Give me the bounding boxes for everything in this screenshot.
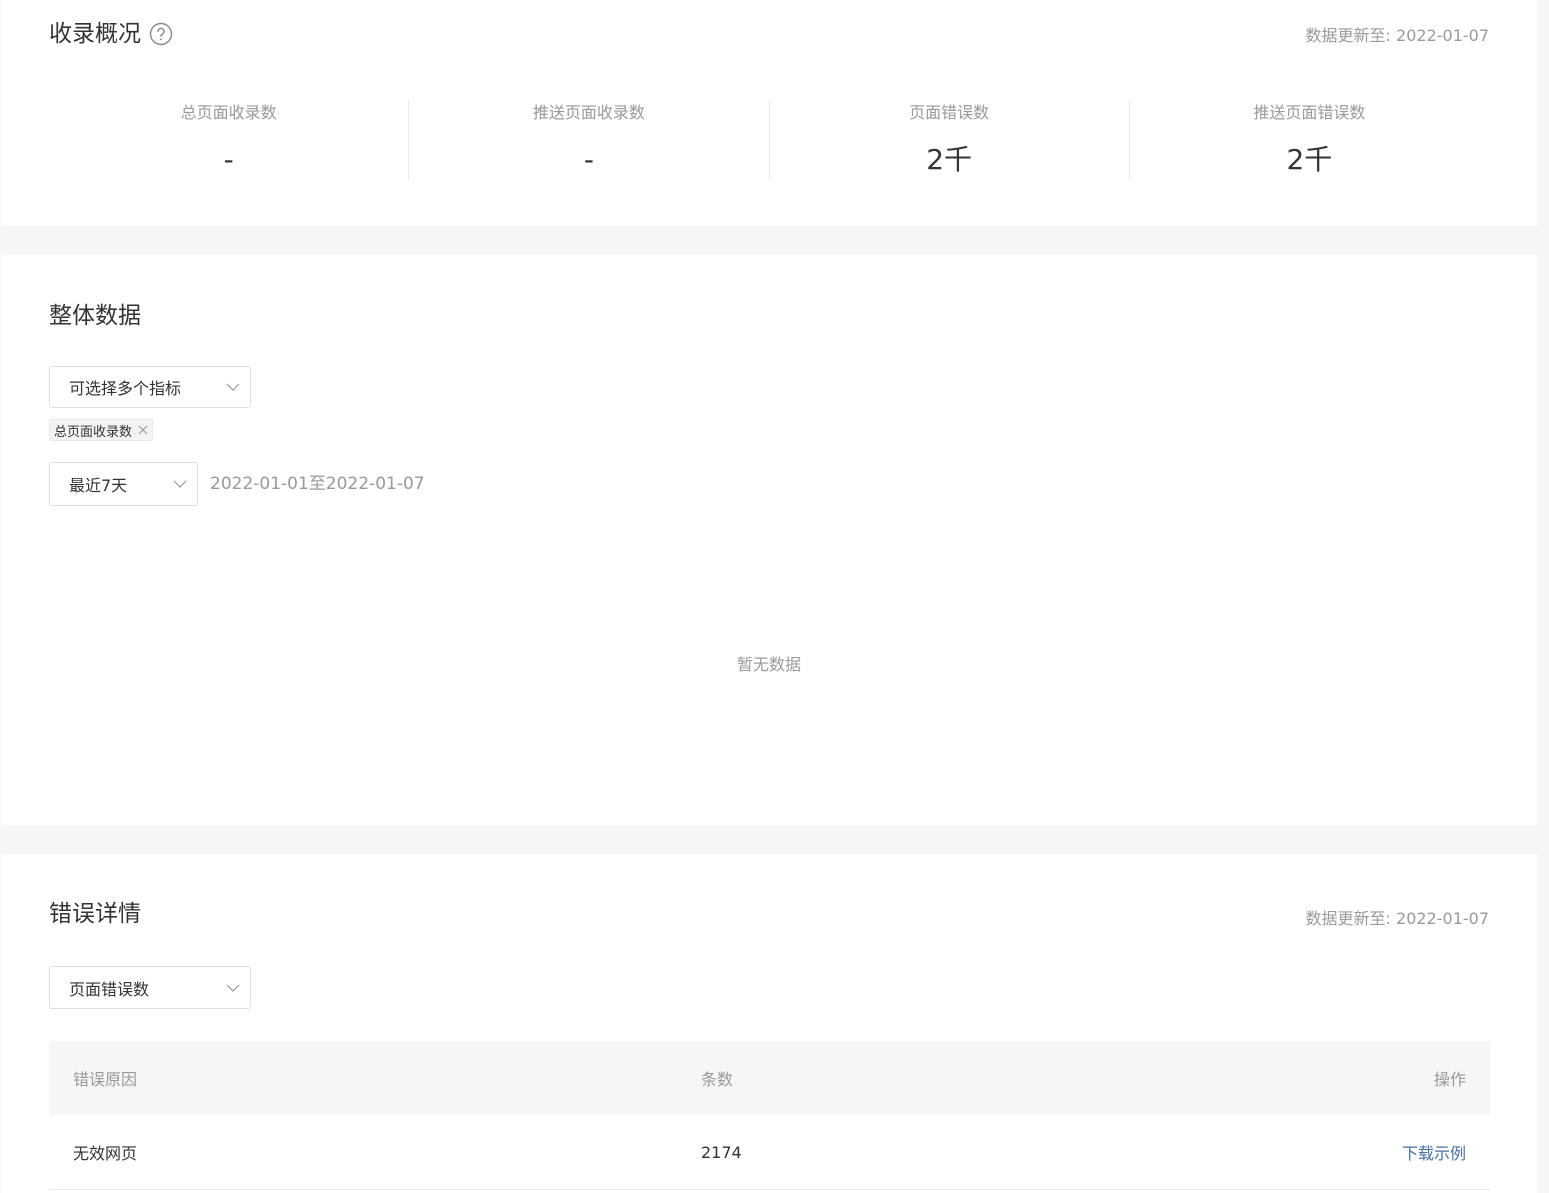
period-select[interactable]: 最近7天 xyxy=(49,462,198,506)
date-range: 2022-01-01至2022-01-07 xyxy=(210,474,425,494)
overview-title: 收录概况 xyxy=(49,20,141,47)
metric-select-placeholder: 可选择多个指标 xyxy=(69,379,182,398)
stat-total-indexed: 总页面收录数 - xyxy=(49,100,408,180)
stat-label: 推送页面错误数 xyxy=(1253,103,1366,122)
chevron-down-icon xyxy=(173,477,187,491)
error-table: 错误原因 条数 操作 无效网页 2174 下载示例 xyxy=(49,1041,1490,1190)
overview-update-info: 数据更新至: 2022-01-07 xyxy=(1306,22,1489,46)
update-date: 2022-01-07 xyxy=(1396,909,1489,928)
overall-data-card: 整体数据 可选择多个指标 总页面收录数 最近7天 2022-01-01至2022… xyxy=(1,255,1537,825)
stat-value: 2千 xyxy=(1286,143,1333,176)
column-header-reason: 错误原因 xyxy=(49,1041,700,1115)
stat-value: - xyxy=(223,143,234,176)
error-reason-cell: 无效网页 xyxy=(49,1115,700,1190)
action-cell: 下载示例 xyxy=(1202,1115,1490,1190)
chevron-down-icon xyxy=(226,981,240,995)
empty-state-text: 暂无数据 xyxy=(736,655,801,674)
stat-label: 总页面收录数 xyxy=(180,103,277,122)
error-details-card: 错误详情 数据更新至: 2022-01-07 页面错误数 错误原因 条数 操作 … xyxy=(1,854,1537,1193)
error-type-select-value: 页面错误数 xyxy=(69,979,150,999)
errors-title: 错误详情 xyxy=(49,901,141,927)
column-header-count: 条数 xyxy=(700,1041,1202,1115)
update-date: 2022-01-07 xyxy=(1396,26,1489,45)
column-header-action: 操作 xyxy=(1202,1041,1490,1115)
stat-page-errors: 页面错误数 2千 xyxy=(768,100,1129,180)
error-count-cell: 2174 xyxy=(700,1115,1202,1190)
error-type-select[interactable]: 页面错误数 xyxy=(49,966,251,1009)
stat-label: 页面错误数 xyxy=(909,103,990,122)
errors-update-info: 数据更新至: 2022-01-07 xyxy=(1306,905,1489,929)
stat-push-errors: 推送页面错误数 2千 xyxy=(1128,100,1489,180)
table-header-row: 错误原因 条数 操作 xyxy=(49,1041,1490,1115)
overview-title-wrap: 收录概况 xyxy=(49,22,173,46)
selected-metric-tag: 总页面收录数 xyxy=(49,419,154,441)
table-row: 无效网页 2174 下载示例 xyxy=(49,1115,1490,1190)
stats-row: 总页面收录数 - 推送页面收录数 - 页面错误数 2千 推送页面错误数 2千 xyxy=(49,100,1489,180)
overview-card: 收录概况 数据更新至: 2022-01-07 总页面收录数 - 推送页面收录数 … xyxy=(1,0,1537,226)
download-sample-link[interactable]: 下载示例 xyxy=(1402,1144,1466,1163)
question-circle-icon[interactable] xyxy=(149,22,173,46)
period-select-value: 最近7天 xyxy=(69,476,128,495)
close-icon[interactable] xyxy=(138,425,148,435)
overall-title: 整体数据 xyxy=(49,303,141,329)
chevron-down-icon xyxy=(226,380,240,394)
stat-push-indexed: 推送页面收录数 - xyxy=(408,100,768,180)
tag-label: 总页面收录数 xyxy=(54,424,133,440)
stat-value: 2千 xyxy=(926,143,973,176)
stat-label: 推送页面收录数 xyxy=(532,103,645,122)
update-label: 数据更新至: xyxy=(1305,26,1391,45)
metric-select[interactable]: 可选择多个指标 xyxy=(49,366,251,408)
stat-value: - xyxy=(583,143,594,176)
update-label: 数据更新至: xyxy=(1305,909,1391,928)
